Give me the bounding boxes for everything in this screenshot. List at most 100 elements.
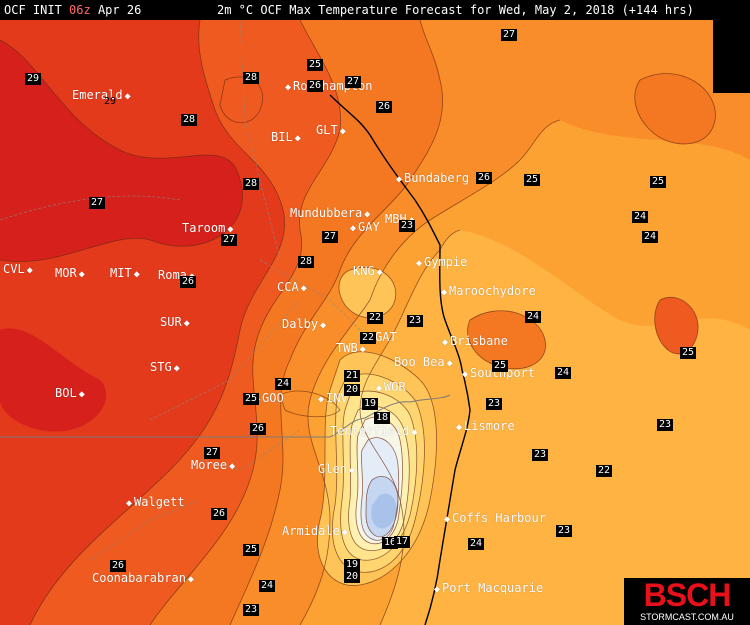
place-name: Dalby [282, 317, 319, 331]
location-dot-icon: ◆ [444, 514, 451, 525]
place-name: Glen [318, 462, 347, 476]
location-dot-icon: ◆ [183, 318, 190, 329]
location-dot-icon: ◆ [416, 258, 423, 269]
map-corner-block [713, 20, 750, 93]
place-name: Bundaberg [404, 171, 470, 185]
place-name: GOO [262, 391, 284, 405]
place-name: GAT [375, 330, 397, 344]
place-name: Lismore [464, 419, 515, 433]
place-name: KNG [353, 264, 375, 278]
model-name: OCF INIT [4, 3, 62, 17]
location-dot-icon: ◆ [441, 287, 448, 298]
place-name: Armidale [282, 524, 340, 538]
isotherm-value-label: 25 [307, 59, 324, 71]
place-cvl: CVL ◆ [3, 263, 35, 277]
isotherm-value-label: 27 [221, 234, 238, 246]
place-coffsharbour: ◆ Coffs Harbour [442, 512, 546, 526]
isotherm-value-label: 22 [367, 312, 384, 324]
location-dot-icon: ◆ [229, 461, 236, 472]
place-name: Mundubbera [290, 206, 363, 220]
isotherm-value-label: 26 [376, 101, 393, 113]
location-dot-icon: ◆ [462, 369, 469, 380]
place-portmacquarie: ◆ Port Macquarie [432, 582, 543, 596]
location-dot-icon: ◆ [364, 209, 371, 220]
place-name: MIT [110, 266, 132, 280]
place-brisbane: ◆ Brisbane [440, 335, 508, 349]
location-dot-icon: ◆ [376, 267, 383, 278]
isotherm-value-label: 24 [259, 580, 276, 592]
map-header: OCF INIT 06z Apr 26 2m °C OCF Max Temper… [0, 0, 750, 20]
isotherm-value-label: 26 [180, 276, 197, 288]
isotherm-value-label: 26 [476, 172, 493, 184]
isotherm-value-label: 20 [344, 384, 361, 396]
place-mor: MOR ◆ [55, 267, 87, 281]
isotherm-value-label: 29 [104, 96, 117, 107]
location-dot-icon: ◆ [78, 269, 85, 280]
location-dot-icon: ◆ [442, 337, 449, 348]
isotherm-value-label: 25 [524, 174, 541, 186]
location-dot-icon: ◆ [173, 363, 180, 374]
isotherm-value-label: 19 [344, 559, 361, 571]
isotherm-value-label: 26 [110, 560, 127, 572]
place-stg: STG ◆ [150, 361, 182, 375]
isotherm-value-label: 25 [680, 347, 697, 359]
run-info: OCF INIT 06z Apr 26 [4, 0, 141, 20]
place-inv: ◆ INV [316, 392, 348, 406]
isotherm-value-label: 27 [204, 447, 221, 459]
location-dot-icon: ◆ [318, 394, 325, 405]
place-name: Brisbane [450, 334, 508, 348]
place-name: Coffs Harbour [452, 511, 546, 525]
place-tenterfield: Tenterfield ◆ [330, 425, 420, 439]
isotherm-value-label: 18 [374, 412, 391, 424]
place-name: WOR [384, 380, 406, 394]
isotherm-value-label: 21 [344, 370, 361, 382]
location-dot-icon: ◆ [456, 422, 463, 433]
place-name: BOL [55, 386, 77, 400]
isotherm-value-label: 22 [596, 465, 613, 477]
place-name: Taroom [182, 221, 226, 235]
place-sur: SUR ◆ [160, 316, 192, 330]
location-dot-icon: ◆ [26, 265, 33, 276]
isotherm-value-label: 23 [407, 315, 424, 327]
isotherm-value-label: 26 [211, 508, 228, 520]
place-walgett: ◆ Walgett [124, 496, 185, 510]
location-dot-icon: ◆ [411, 427, 418, 438]
map-title: 2m °C OCF Max Temperature Forecast for W… [217, 3, 694, 17]
isotherm-value-label: 28 [298, 256, 315, 268]
place-name: CVL [3, 262, 25, 276]
run-date: Apr 26 [97, 3, 142, 17]
isotherm-value-label: 23 [556, 525, 573, 537]
place-wor: ◆ WOR [374, 381, 406, 395]
isotherm-value-label: 29 [25, 73, 42, 85]
place-name: GAY [358, 220, 380, 234]
location-dot-icon: ◆ [126, 498, 133, 509]
run-time: 06z [69, 3, 91, 17]
place-name: SUR [160, 315, 182, 329]
place-name: Maroochydore [449, 284, 536, 298]
place-name: Walgett [134, 495, 185, 509]
location-dot-icon: ◆ [339, 126, 346, 137]
isotherm-value-label: 24 [468, 538, 485, 550]
location-dot-icon: ◆ [376, 383, 383, 394]
location-dot-icon: ◆ [133, 269, 140, 280]
location-dot-icon: ◆ [434, 584, 441, 595]
place-kng: KNG ◆ [353, 265, 385, 279]
place-bol: BOL ◆ [55, 387, 87, 401]
isotherm-value-label: 24 [275, 378, 292, 390]
location-dot-icon: ◆ [285, 82, 292, 93]
place-lismore: ◆ Lismore [454, 420, 515, 434]
place-maroochydore: ◆ Maroochydore [439, 285, 536, 299]
place-gay: ◆ GAY [348, 221, 380, 235]
place-name: Tenterfield [330, 424, 410, 438]
place-name: Moree [191, 458, 228, 472]
logo-text: BSCH [643, 577, 732, 613]
place-name: GLT [316, 123, 338, 137]
location-dot-icon: ◆ [341, 527, 348, 538]
isotherm-value-label: 24 [525, 311, 542, 323]
place-dalby: Dalby ◆ [282, 318, 328, 332]
place-twb: TWB ◆ [336, 342, 368, 356]
bsch-logo: BSCH STORMCAST.COM.AU [624, 578, 750, 625]
isotherm-value-label: 23 [243, 604, 260, 616]
isotherm-value-label: 27 [345, 76, 362, 88]
isotherm-value-label: 26 [307, 80, 324, 92]
